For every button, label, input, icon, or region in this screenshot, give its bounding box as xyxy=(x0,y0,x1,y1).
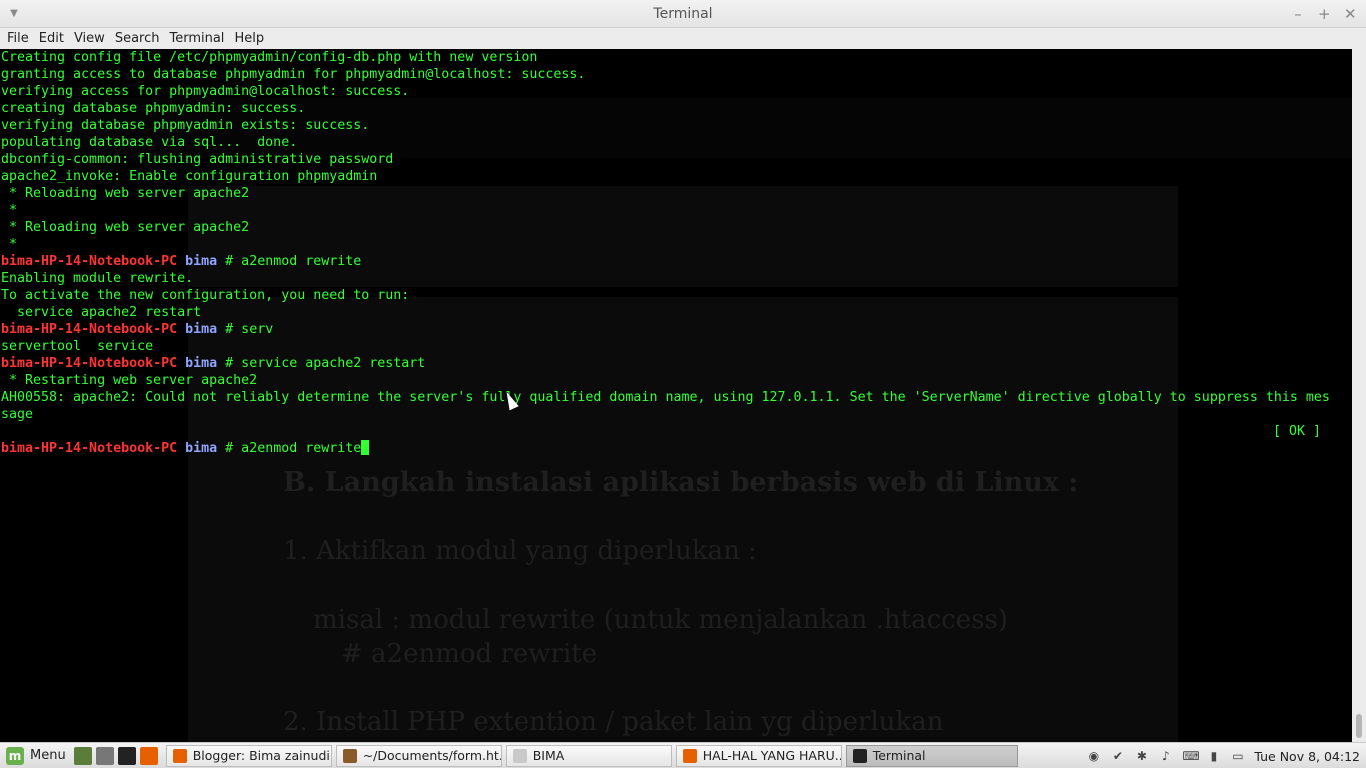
menu-search[interactable]: Search xyxy=(110,28,165,49)
firefox-icon xyxy=(682,748,697,763)
taskbar-item[interactable]: HAL-HAL YANG HARU... xyxy=(675,744,842,767)
terminal-output-line: Enabling module rewrite. xyxy=(1,271,194,286)
prompt-command: # serv xyxy=(225,322,274,337)
terminal-prompt-line: bima-HP-14-Notebook-PC bima # service ap… xyxy=(1,355,1352,372)
mint-logo-icon: m xyxy=(6,746,24,765)
background-item1: 1. Aktifkan modul yang diperlukan : xyxy=(283,536,757,566)
prompt-command: # a2enmod rewrite xyxy=(225,254,362,269)
prompt-host: bima-HP-14-Notebook-PC xyxy=(1,356,178,371)
firefox-launcher-icon[interactable] xyxy=(139,746,158,765)
volume-icon[interactable]: ♪ xyxy=(1158,749,1173,764)
menu-label: Menu xyxy=(30,748,66,763)
taskbar-item-label: ~/Documents/form.ht... xyxy=(362,748,502,763)
background-heading: B. Langkah instalasi aplikasi berbasis w… xyxy=(283,467,1079,498)
system-tray: ◉ ✔ ✱ ♪ ⌨ ▮ ▭ Tue Nov 8, 04:12 xyxy=(1086,743,1366,768)
prompt-host: bima-HP-14-Notebook-PC xyxy=(1,441,178,456)
terminal-launcher-icon[interactable] xyxy=(117,746,136,765)
prompt-command: # service apache2 restart xyxy=(225,356,426,371)
background-example: misal : modul rewrite (untuk menjalankan… xyxy=(313,605,1008,635)
terminal-icon xyxy=(852,748,867,763)
terminal-output-line: * xyxy=(1,203,18,218)
terminal-output-line: * Restarting web server apache2 xyxy=(1,373,258,388)
terminal-output-line: verifying access for phpmyadmin@localhos… xyxy=(1,84,410,99)
taskbar-item[interactable]: Terminal xyxy=(845,744,1018,767)
background-item2: 2. Install PHP extention / paket lain yg… xyxy=(283,707,944,737)
text-cursor xyxy=(361,440,370,455)
maximize-icon[interactable]: + xyxy=(1318,4,1331,24)
terminal-output-line: creating database phpmyadmin: success. xyxy=(1,101,306,116)
menu-edit[interactable]: Edit xyxy=(34,28,69,49)
firefox-icon xyxy=(172,748,187,763)
terminal-output-line: dbconfig-common: flushing administrative… xyxy=(1,152,394,167)
prompt-command: # a2enmod rewrite xyxy=(225,441,362,456)
close-icon[interactable]: ✕ xyxy=(1344,4,1357,24)
terminal-output-line: sage xyxy=(1,407,34,422)
show-desktop-icon[interactable] xyxy=(73,746,92,765)
prompt-dir: bima xyxy=(177,254,226,269)
window-title: Terminal xyxy=(653,6,713,22)
task-list: Blogger: Bima zainudi... ~/Documents/form… xyxy=(164,744,1020,767)
terminal-output-line: verifying database phpmyadmin exists: su… xyxy=(1,118,370,133)
window-controls: – + ✕ xyxy=(1292,4,1356,24)
window-titlebar[interactable]: ▼ Terminal – + ✕ xyxy=(0,0,1366,28)
menu-view[interactable]: View xyxy=(69,28,110,49)
prompt-host: bima-HP-14-Notebook-PC xyxy=(1,254,178,269)
terminal-area[interactable]: B. Langkah instalasi aplikasi berbasis w… xyxy=(0,49,1352,742)
keyboard-icon[interactable]: ⌨ xyxy=(1182,749,1199,764)
chrome-icon[interactable]: ◉ xyxy=(1086,749,1101,764)
terminal-ok-status: [ OK ] xyxy=(1272,424,1321,439)
menu-help[interactable]: Help xyxy=(229,28,269,49)
terminal-output-line: To activate the new configuration, you n… xyxy=(1,288,410,303)
mint-menu-button[interactable]: m Menu xyxy=(0,743,72,768)
prompt-host: bima-HP-14-Notebook-PC xyxy=(1,322,178,337)
terminal-output-line: * Reloading web server apache2 xyxy=(1,186,250,201)
menu-file[interactable]: File xyxy=(2,28,34,49)
taskbar-item[interactable]: ~/Documents/form.ht... xyxy=(335,744,502,767)
scrollbar-thumb[interactable] xyxy=(1356,714,1362,738)
taskbar-item-label: BIMA xyxy=(532,748,565,763)
file-manager-launcher-icon[interactable] xyxy=(95,746,114,765)
background-command: # a2enmod rewrite xyxy=(341,639,598,669)
text-editor-icon xyxy=(342,748,357,763)
terminal-output-line: populating database via sql... done. xyxy=(1,135,298,150)
terminal-output-line: service apache2 restart xyxy=(1,305,202,320)
taskbar-item-label: Terminal xyxy=(872,748,926,763)
terminal-output-line: apache2_invoke: Enable configuration php… xyxy=(1,169,378,184)
folder-icon xyxy=(512,748,527,763)
terminal-scrollbar[interactable] xyxy=(1352,49,1366,742)
terminal-output-line: Creating config file /etc/phpmyadmin/con… xyxy=(1,50,538,65)
terminal-prompt-line: bima-HP-14-Notebook-PC bima # a2enmod re… xyxy=(1,440,1352,457)
menu-terminal[interactable]: Terminal xyxy=(164,28,229,49)
taskbar-item-label: Blogger: Bima zainudi... xyxy=(192,748,332,763)
menubar: File Edit View Search Terminal Help xyxy=(0,28,1366,49)
bluetooth-icon[interactable]: ✱ xyxy=(1134,749,1149,764)
terminal-prompt-line: bima-HP-14-Notebook-PC bima # serv xyxy=(1,321,1352,338)
terminal-output-line: servertool service xyxy=(1,339,154,354)
battery-icon[interactable]: ▭ xyxy=(1230,749,1245,764)
prompt-dir: bima xyxy=(177,322,226,337)
terminal-output-line: * xyxy=(1,237,18,252)
terminal-prompt-line: bima-HP-14-Notebook-PC bima # a2enmod re… xyxy=(1,253,1352,270)
terminal-output-line: * Reloading web server apache2 xyxy=(1,220,250,235)
terminal-output: Creating config file /etc/phpmyadmin/con… xyxy=(1,49,1352,457)
taskbar-item-label: HAL-HAL YANG HARU... xyxy=(702,748,842,763)
taskbar-item[interactable]: Blogger: Bima zainudi... xyxy=(165,744,332,767)
prompt-dir: bima xyxy=(177,356,226,371)
clock[interactable]: Tue Nov 8, 04:12 xyxy=(1254,749,1360,764)
update-manager-icon[interactable]: ✔ xyxy=(1110,749,1125,764)
taskbar: m Menu Blogger: Bima zainudi... ~/Documen… xyxy=(0,742,1366,768)
network-icon[interactable]: ▮ xyxy=(1206,749,1221,764)
terminal-output-line: AH00558: apache2: Could not reliably det… xyxy=(1,390,1330,405)
taskbar-item[interactable]: BIMA xyxy=(505,744,672,767)
terminal-output-line: granting access to database phpmyadmin f… xyxy=(1,67,586,82)
minimize-icon[interactable]: – xyxy=(1292,4,1304,24)
prompt-dir: bima xyxy=(177,441,226,456)
